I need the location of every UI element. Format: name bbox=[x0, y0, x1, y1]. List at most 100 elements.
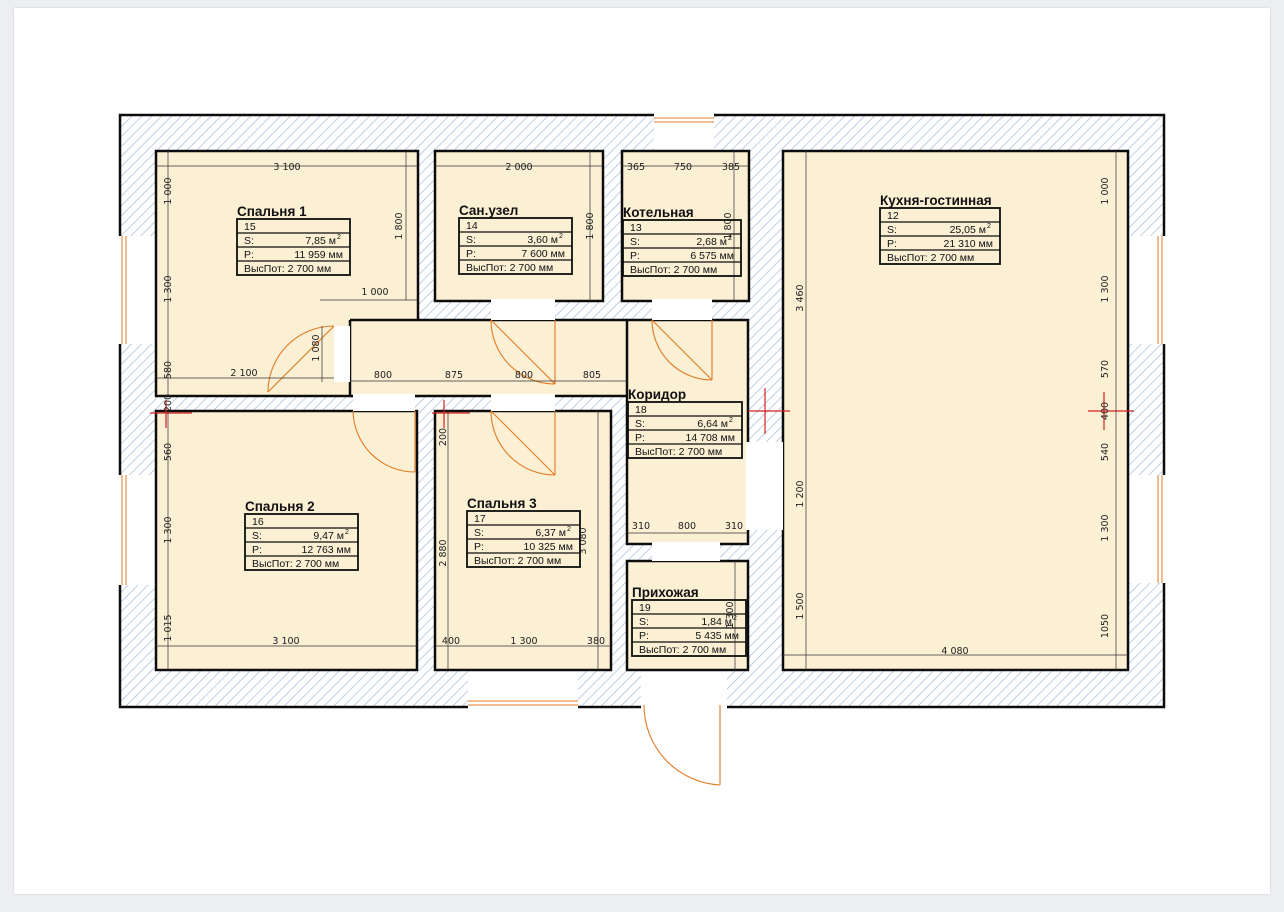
area-unit-superscript: 2 bbox=[728, 235, 732, 242]
ceiling-height: ВысПот: 2 700 мм bbox=[639, 644, 726, 656]
room-name: Спальня 2 bbox=[245, 499, 315, 514]
room-spalnya-2 bbox=[154, 409, 419, 672]
perimeter-label: P: bbox=[474, 541, 484, 553]
room-number: 12 bbox=[887, 210, 899, 222]
perimeter-label: P: bbox=[252, 544, 262, 556]
ceiling-height: ВысПот: 2 700 мм bbox=[474, 555, 561, 567]
perimeter-value: 7 600 мм bbox=[521, 248, 565, 260]
room-name: Спальня 3 bbox=[467, 496, 537, 511]
dim-label: 1 800 bbox=[394, 212, 405, 239]
dim-label: 800 bbox=[374, 370, 392, 381]
perimeter-label: P: bbox=[466, 248, 476, 260]
area-value: 2,68 м bbox=[696, 236, 727, 248]
dim-label: 1 000 bbox=[1100, 177, 1111, 204]
dim-label: 1 300 bbox=[1100, 514, 1111, 541]
dim-label: 800 bbox=[678, 521, 696, 532]
drawing-sheet: 3 100 1 000 1 300 580 1 800 1 000 2 100 … bbox=[14, 8, 1270, 894]
perimeter-value: 14 708 мм bbox=[686, 432, 735, 444]
perimeter-value: 6 575 мм bbox=[690, 250, 734, 262]
room-number: 13 bbox=[630, 222, 642, 234]
dim-label: 400 bbox=[442, 636, 460, 647]
dim-label: 310 bbox=[725, 521, 743, 532]
dim-label: 750 bbox=[674, 162, 692, 173]
area-unit-superscript: 2 bbox=[567, 526, 571, 533]
dim-label: 3 100 bbox=[272, 636, 299, 647]
dim-label: 580 bbox=[163, 361, 174, 379]
dim-label: 1 000 bbox=[163, 177, 174, 204]
area-unit-superscript: 2 bbox=[559, 233, 563, 240]
perimeter-label: P: bbox=[244, 249, 254, 261]
dim-label: 4 080 bbox=[941, 646, 968, 657]
area-label: S: bbox=[474, 527, 484, 539]
perimeter-label: P: bbox=[630, 250, 640, 262]
room-number: 15 bbox=[244, 221, 256, 233]
ceiling-height: ВысПот: 2 700 мм bbox=[630, 264, 717, 276]
area-value: 6,64 м bbox=[697, 418, 728, 430]
area-value: 25,05 м bbox=[950, 224, 986, 236]
room-number: 18 bbox=[635, 404, 647, 416]
dim-label: 1 300 bbox=[163, 516, 174, 543]
dim-label: 1 300 bbox=[510, 636, 537, 647]
area-value: 6,37 м bbox=[535, 527, 566, 539]
area-label: S: bbox=[466, 234, 476, 246]
perimeter-label: P: bbox=[635, 432, 645, 444]
perimeter-label: P: bbox=[887, 238, 897, 250]
dim-label: 570 bbox=[1100, 360, 1111, 378]
perimeter-value: 10 325 мм bbox=[524, 541, 573, 553]
area-label: S: bbox=[244, 235, 254, 247]
dim-label: 560 bbox=[163, 443, 174, 461]
area-unit-superscript: 2 bbox=[345, 529, 349, 536]
room-name: Коридор bbox=[628, 387, 686, 402]
perimeter-value: 11 959 мм bbox=[294, 249, 343, 261]
dim-label: 2 000 bbox=[505, 162, 532, 173]
area-label: S: bbox=[630, 236, 640, 248]
dim-label: 540 bbox=[1100, 443, 1111, 461]
dim-label: 1 000 bbox=[361, 287, 388, 298]
area-value: 1,84 м bbox=[701, 616, 732, 628]
dim-label: 800 bbox=[515, 370, 533, 381]
ceiling-height: ВысПот: 2 700 мм bbox=[252, 558, 339, 570]
room-name: Прихожая bbox=[632, 585, 699, 600]
area-label: S: bbox=[252, 530, 262, 542]
room-name: Спальня 1 bbox=[237, 204, 307, 219]
area-value: 3,60 м bbox=[527, 234, 558, 246]
dim-label: 365 bbox=[627, 162, 645, 173]
room-number: 16 bbox=[252, 516, 264, 528]
perimeter-value: 5 435 мм bbox=[695, 630, 739, 642]
dim-label: 3 460 bbox=[795, 284, 806, 311]
area-label: S: bbox=[635, 418, 645, 430]
dim-label: 380 bbox=[587, 636, 605, 647]
floor-plan: 3 100 1 000 1 300 580 1 800 1 000 2 100 … bbox=[116, 113, 1168, 786]
dim-label: 1 300 bbox=[163, 275, 174, 302]
ceiling-height: ВысПот: 2 700 мм bbox=[887, 252, 974, 264]
area-unit-superscript: 2 bbox=[337, 234, 341, 241]
area-unit-superscript: 2 bbox=[987, 223, 991, 230]
dim-label: 1 800 bbox=[585, 212, 596, 239]
dim-label: 385 bbox=[722, 162, 740, 173]
dim-label: 200 bbox=[163, 394, 174, 412]
dim-label: 2 100 bbox=[230, 368, 257, 379]
perimeter-label: P: bbox=[639, 630, 649, 642]
dim-label: 875 bbox=[445, 370, 463, 381]
perimeter-value: 12 763 мм bbox=[302, 544, 351, 556]
area-label: S: bbox=[887, 224, 897, 236]
dim-label: 1 500 bbox=[795, 592, 806, 619]
perimeter-value: 21 310 мм bbox=[944, 238, 993, 250]
room-number: 19 bbox=[639, 602, 651, 614]
dim-label: 400 bbox=[1100, 402, 1111, 420]
room-name: Сан.узел bbox=[459, 203, 518, 218]
ceiling-height: ВысПот: 2 700 мм bbox=[466, 262, 553, 274]
room-san-uzel bbox=[433, 149, 605, 303]
dim-label: 2 880 bbox=[438, 539, 449, 566]
dim-label: 3 100 bbox=[273, 162, 300, 173]
ceiling-height: ВысПот: 2 700 мм bbox=[244, 263, 331, 275]
dim-label: 1 300 bbox=[1100, 275, 1111, 302]
dim-label: 1 200 bbox=[795, 480, 806, 507]
area-label: S: bbox=[639, 616, 649, 628]
area-unit-superscript: 2 bbox=[729, 417, 733, 424]
area-value: 7,85 м bbox=[305, 235, 336, 247]
area-value: 9,47 м bbox=[313, 530, 344, 542]
room-number: 17 bbox=[474, 513, 486, 525]
dim-label: 310 bbox=[632, 521, 650, 532]
dim-label: 200 bbox=[438, 428, 449, 446]
